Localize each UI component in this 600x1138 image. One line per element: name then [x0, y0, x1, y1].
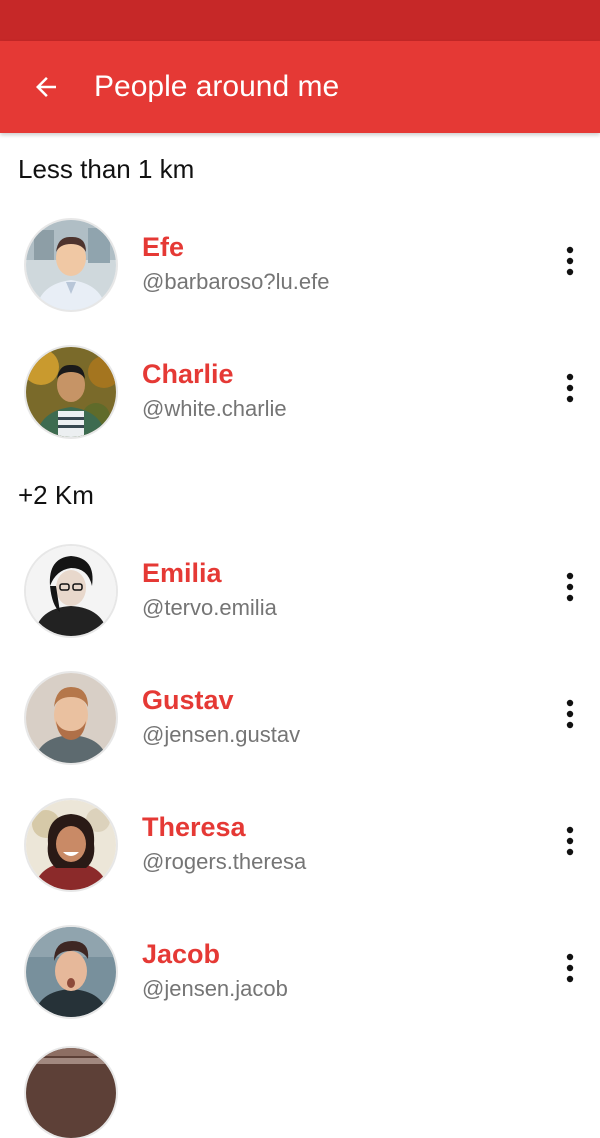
- people-list: Less than 1 km Efe @barbaroso?lu.efe Cha…: [0, 133, 600, 1039]
- more-options-button[interactable]: [550, 366, 590, 410]
- person-name: Charlie: [142, 359, 234, 389]
- arrow-back-icon: [36, 77, 56, 97]
- person-row-emilia[interactable]: Emilia @tervo.emilia: [0, 531, 600, 658]
- person-name: Efe: [142, 232, 185, 262]
- more-vertical-icon: [566, 373, 574, 403]
- person-row-theresa[interactable]: Theresa @rogers.theresa: [0, 785, 600, 912]
- more-options-button[interactable]: [550, 239, 590, 283]
- more-vertical-icon: [566, 246, 574, 276]
- person-name: Theresa: [142, 812, 246, 842]
- more-options-button[interactable]: [550, 819, 590, 863]
- more-vertical-icon: [566, 826, 574, 856]
- more-options-button[interactable]: [550, 692, 590, 736]
- avatar: [26, 546, 116, 636]
- person-row-gustav[interactable]: Gustav @jensen.gustav: [0, 658, 600, 785]
- section-header-less-than-1km: Less than 1 km: [18, 154, 195, 184]
- app-bar: People around me: [0, 41, 600, 133]
- avatar: [26, 220, 116, 310]
- person-name: Gustav: [142, 685, 234, 715]
- back-button[interactable]: [18, 61, 74, 113]
- status-bar: [0, 0, 600, 41]
- avatar-partially-visible: [26, 1048, 116, 1138]
- person-row-charlie[interactable]: Charlie @white.charlie: [0, 332, 600, 459]
- person-handle: @jensen.gustav: [142, 722, 301, 747]
- more-vertical-icon: [566, 699, 574, 729]
- more-options-button[interactable]: [550, 946, 590, 990]
- person-name: Emilia: [142, 558, 222, 588]
- more-vertical-icon: [566, 953, 574, 983]
- person-row-jacob[interactable]: Jacob @jensen.jacob: [0, 912, 600, 1039]
- person-handle: @barbaroso?lu.efe: [142, 269, 330, 294]
- avatar: [26, 927, 116, 1017]
- person-handle: @jensen.jacob: [142, 976, 288, 1001]
- avatar: [26, 347, 116, 437]
- person-name: Jacob: [142, 939, 221, 969]
- more-vertical-icon: [566, 572, 574, 602]
- person-handle: @rogers.theresa: [142, 849, 307, 874]
- section-header-plus-2km: +2 Km: [18, 480, 94, 510]
- person-handle: @tervo.emilia: [142, 595, 277, 620]
- person-handle: @white.charlie: [142, 396, 287, 421]
- person-row-efe[interactable]: Efe @barbaroso?lu.efe: [0, 205, 600, 332]
- avatar: [26, 800, 116, 890]
- page-title: People around me: [94, 70, 340, 103]
- avatar: [26, 673, 116, 763]
- more-options-button[interactable]: [550, 565, 590, 609]
